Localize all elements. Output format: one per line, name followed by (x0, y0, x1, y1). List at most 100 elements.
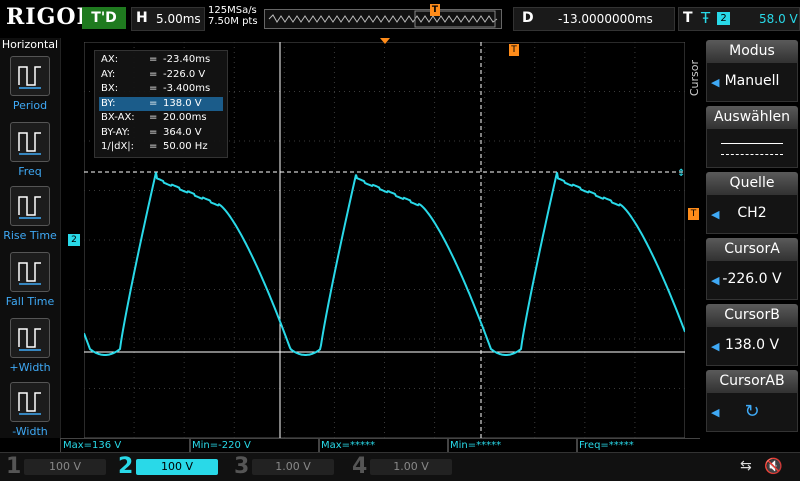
softkey-title: CursorA (706, 238, 798, 260)
trigger-level-marker[interactable]: T (688, 208, 699, 220)
left-menu-item-width[interactable]: +Width (0, 318, 60, 374)
softkey-body: ◀ ↻ (706, 392, 798, 432)
channel-scale: 1.00 V (370, 459, 452, 475)
softkey-value: -226.0 V (722, 271, 782, 287)
readout-key: AY: (101, 68, 116, 80)
softkey-body: ◀ 138.0 V (706, 326, 798, 366)
left-menu-item-label: -Width (12, 425, 48, 438)
sample-rate: 125MSa/s (208, 5, 257, 16)
readout-row: AY: = -226.0 V (99, 68, 223, 82)
channel-3-button[interactable]: 3 1.00 V (234, 455, 344, 479)
fall-time-icon (10, 252, 50, 292)
delay-value: -13.0000000ms (558, 12, 653, 26)
delay-key: D (522, 10, 534, 26)
readout-key: BX: (101, 83, 119, 94)
measurement-item[interactable]: Freq=***** (576, 438, 707, 453)
softkey-ausw-hlen[interactable]: Auswählen (706, 106, 798, 168)
timebase-value: 5.00ms (156, 12, 201, 26)
channel-number: 2 (118, 454, 134, 479)
delay-marker-icon: T (509, 44, 519, 56)
softkey-modus[interactable]: Modus ◀ Manuell (706, 40, 798, 102)
trigger-status-badge: T'D (82, 7, 126, 29)
left-menu-item-period[interactable]: Period (0, 56, 60, 112)
acquisition-info: 125MSa/s 7.50M pts (208, 5, 258, 27)
softkey-value: 138.0 V (724, 337, 780, 353)
left-menu-item-width[interactable]: -Width (0, 382, 60, 438)
left-menu-item-label: Rise Time (3, 229, 57, 242)
readout-eq: = (149, 141, 158, 152)
softkey-body: ◀ CH2 (706, 194, 798, 234)
softkey-title: Auswählen (706, 106, 798, 128)
left-menu-item-label: Freq (18, 165, 42, 178)
softkey-cursorb[interactable]: CursorB ◀ 138.0 V (706, 304, 798, 366)
channel-scale: 100 V (24, 459, 106, 475)
readout-value: -226.0 V (163, 68, 206, 80)
readout-eq: = (149, 54, 158, 65)
readout-value: 50.00 Hz (163, 141, 208, 152)
softkey-title: CursorB (706, 304, 798, 326)
softkey-cursora[interactable]: CursorA ◀ -226.0 V (706, 238, 798, 300)
measurement-item[interactable]: Max=***** (318, 438, 449, 453)
readout-key: AX: (101, 54, 119, 65)
memory-depth: 7.50M pts (208, 16, 258, 27)
channel-number: 3 (234, 454, 250, 479)
left-menu-item-rise-time[interactable]: Rise Time (0, 186, 60, 242)
channel-number: 4 (352, 454, 368, 479)
memory-overview-strip (264, 9, 502, 29)
left-menu-item-label: +Width (9, 361, 51, 374)
readout-value: 20.00ms (163, 112, 207, 123)
ch2-ground-marker[interactable]: 2 (68, 234, 80, 246)
left-menu-item-fall-time[interactable]: Fall Time (0, 252, 60, 308)
readout-key: BY-AY: (101, 126, 130, 138)
trigger-source-badge: 2 (717, 12, 730, 25)
readout-eq: = (149, 68, 158, 80)
readout-eq: = (149, 126, 158, 138)
readout-eq: = (149, 97, 158, 109)
usb-icon: ⇆ (740, 458, 752, 474)
channel-scale: 100 V (136, 459, 218, 475)
pos-width-icon (10, 318, 50, 358)
left-menu-item-freq[interactable]: Freq (0, 122, 60, 178)
readout-value: -23.40ms (163, 54, 211, 65)
softkey-body: ◀ -226.0 V (706, 260, 798, 300)
measurement-item[interactable]: Min=***** (447, 438, 578, 453)
trigger-level-value: 58.0 V (759, 12, 798, 26)
readout-row: AX: = -23.40ms (99, 53, 223, 67)
left-menu-item-label: Fall Time (5, 295, 55, 308)
select-lines-icon (721, 143, 783, 155)
softkey-title: CursorAB (706, 370, 798, 392)
rising-edge-icon: Ŧ (701, 9, 711, 27)
measurement-item[interactable]: Max=136 V (60, 438, 191, 453)
channel-4-button[interactable]: 4 1.00 V (352, 455, 462, 479)
channel-bar: 1 100 V 2 100 V 3 1.00 V 4 1.00 V ⇆ 🔇 (0, 452, 800, 481)
readout-row: BX: = -3.400ms (99, 82, 223, 96)
rotate-knob-icon: ↻ (744, 401, 760, 422)
readout-eq: = (149, 112, 158, 123)
readout-key: BX-AX: (101, 112, 135, 123)
readout-value: 364.0 V (163, 126, 202, 138)
softkey-value: Manuell (724, 73, 780, 89)
softkey-body (706, 128, 798, 168)
trigger-position-marker: T (430, 4, 440, 16)
channel-1-button[interactable]: 1 100 V (6, 455, 116, 479)
softkey-title: Quelle (706, 172, 798, 194)
speaker-mute-icon[interactable]: 🔇 (764, 457, 783, 475)
softkey-title: Modus (706, 40, 798, 62)
left-menu-item-label: Period (12, 99, 48, 112)
timebase-box[interactable]: H 5.00ms (131, 7, 205, 31)
softkey-value: CH2 (737, 205, 767, 221)
channel-2-button[interactable]: 2 100 V (118, 455, 228, 479)
measurement-bar: Max=136 V Min=-220 V Max=***** Min=***** Fre… (60, 438, 707, 453)
softkey-body: ◀ Manuell (706, 62, 798, 102)
readout-row: BY-AY: = 364.0 V (99, 126, 223, 140)
freq-icon (10, 122, 50, 162)
delay-box[interactable]: D -13.0000000ms (513, 7, 675, 31)
readout-key: 1/|dX|: (101, 141, 135, 152)
trigger-key: T (683, 10, 693, 26)
trigger-box[interactable]: T Ŧ 2 58.0 V (678, 7, 800, 31)
measurement-item[interactable]: Min=-220 V (189, 438, 320, 453)
top-status-bar: RIGOL T'D H 5.00ms 125MSa/s 7.50M pts T … (0, 0, 800, 38)
softkey-quelle[interactable]: Quelle ◀ CH2 (706, 172, 798, 234)
softkey-cursorab[interactable]: CursorAB ◀ ↻ (706, 370, 798, 432)
readout-row: 1/|dX|: = 50.00 Hz (99, 140, 223, 154)
